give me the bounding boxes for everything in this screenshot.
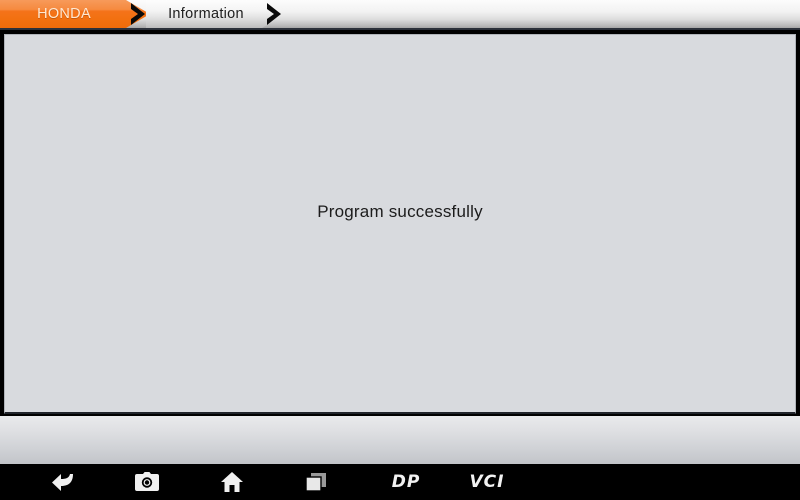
nav-back-button[interactable] (36, 464, 92, 500)
back-arrow-icon (52, 474, 73, 491)
home-icon (221, 472, 243, 492)
recent-apps-icon (305, 473, 326, 492)
status-message: Program successfully (317, 201, 483, 221)
nav-dp-button[interactable]: DP (371, 464, 441, 500)
android-navigation-bar: DP VCI 16: (0, 464, 800, 500)
nav-recent-apps-button[interactable] (288, 464, 344, 500)
nav-screenshot-button[interactable] (119, 464, 175, 500)
tab-honda-label: HONDA (37, 6, 91, 22)
tab-information-label: Information (168, 6, 244, 22)
app-root: HONDA Information Program successfully 3… (0, 0, 800, 500)
tab-bar: HONDA Information (0, 0, 800, 30)
vci-logo-icon: VCI (469, 472, 505, 492)
lower-toolbar-strip: 3 6 5 www.obdii365.com (0, 416, 800, 464)
tab-honda[interactable]: HONDA (0, 0, 150, 28)
nav-home-button[interactable] (204, 464, 260, 500)
nav-vci-button[interactable]: VCI (452, 464, 522, 500)
camera-icon (135, 472, 159, 491)
content-panel: Program successfully (4, 34, 796, 414)
tab-information[interactable]: Information (146, 0, 286, 28)
dp-logo-icon: DP (391, 472, 421, 492)
